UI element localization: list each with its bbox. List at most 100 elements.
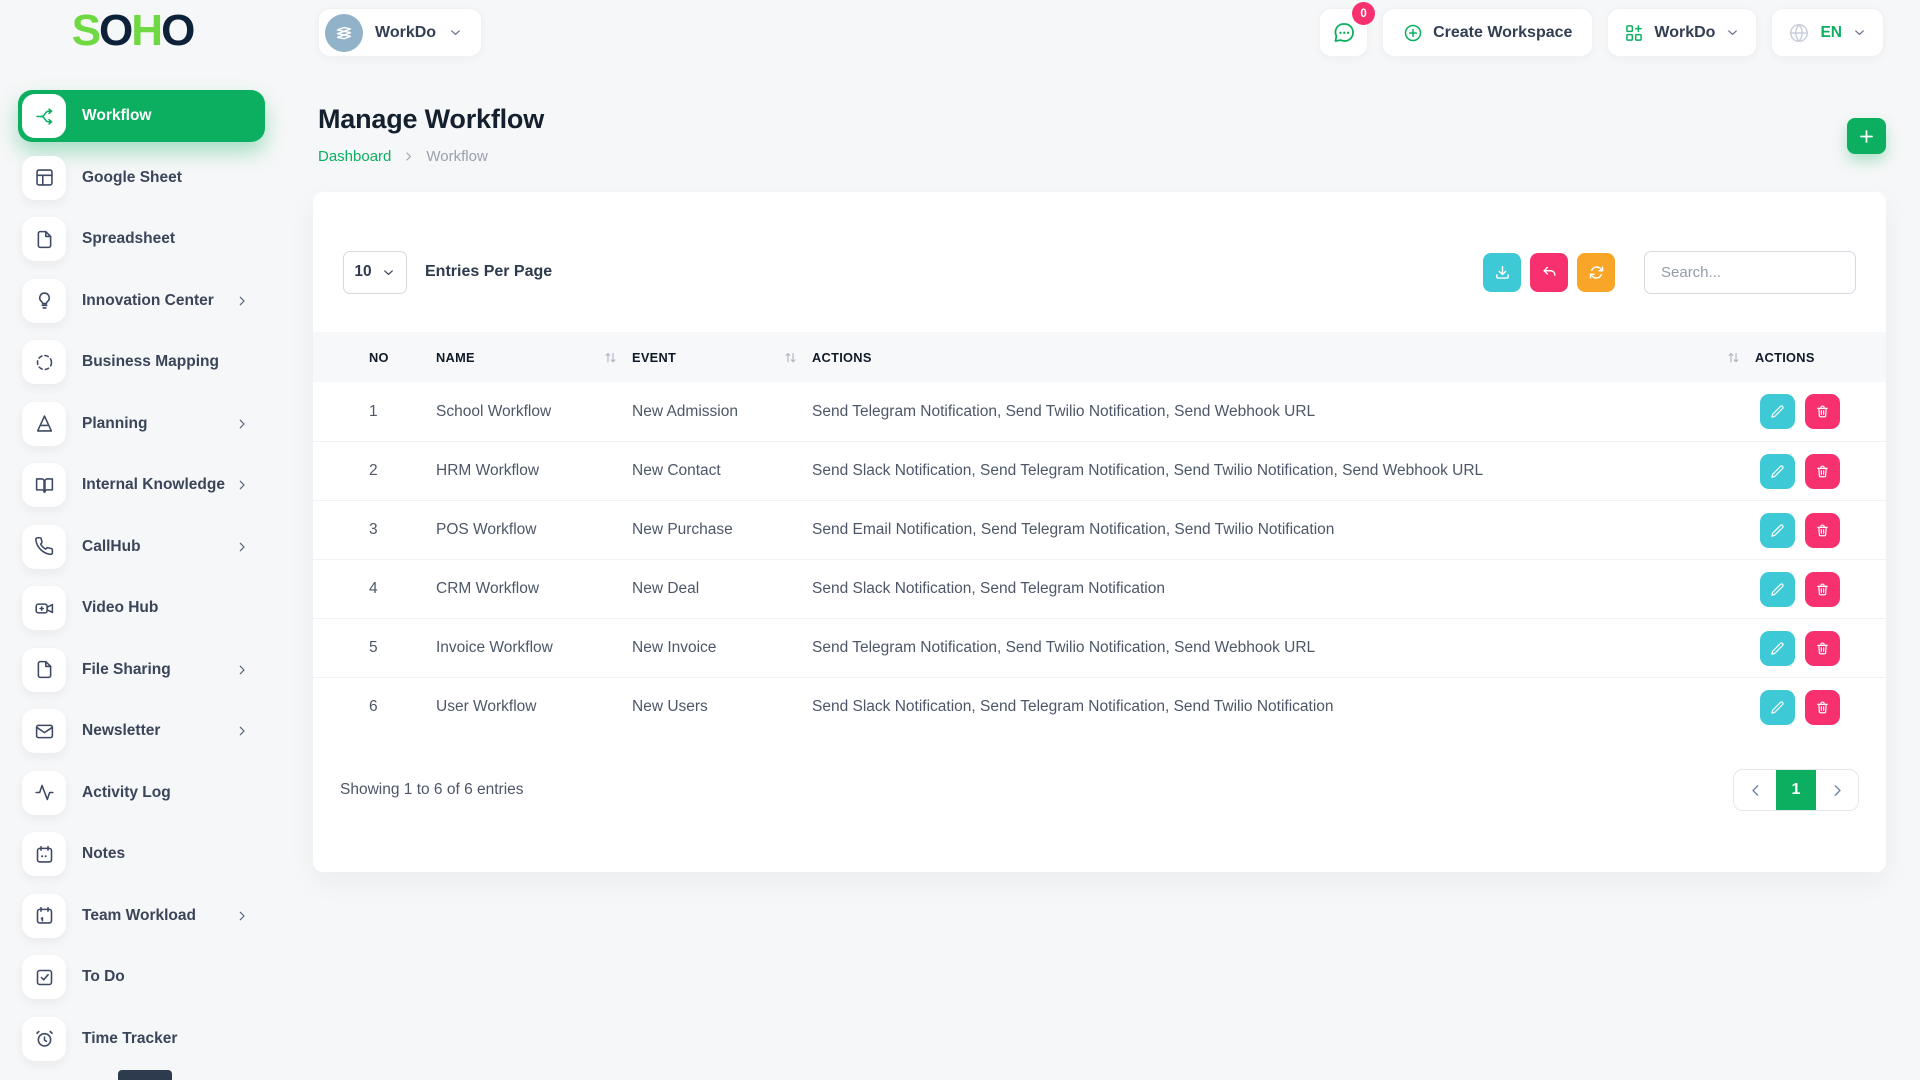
cell-row-buttons bbox=[1755, 394, 1886, 429]
entries-per-page-select[interactable]: 10 bbox=[343, 251, 407, 294]
cell-event: New Deal bbox=[632, 580, 812, 598]
messages-badge: 0 bbox=[1352, 2, 1375, 25]
chevron-left-icon bbox=[1747, 782, 1764, 799]
column-header-name[interactable]: NAME bbox=[436, 350, 632, 365]
language-button[interactable]: EN bbox=[1771, 8, 1884, 57]
sidebar-item-planning[interactable]: Planning bbox=[18, 398, 265, 450]
cell-no: 3 bbox=[313, 521, 436, 539]
column-header-event[interactable]: EVENT bbox=[632, 350, 812, 365]
sidebar-item-notes[interactable]: Notes bbox=[18, 828, 265, 880]
sidebar-item-workflow[interactable]: Workflow bbox=[18, 90, 265, 142]
add-workflow-button[interactable] bbox=[1847, 118, 1886, 154]
sidebar-item-callhub[interactable]: CallHub bbox=[18, 521, 265, 573]
sidebar-item-label: Video Hub bbox=[82, 599, 249, 617]
edit-row-button[interactable] bbox=[1760, 572, 1795, 607]
edit-row-button[interactable] bbox=[1760, 690, 1795, 725]
cell-event: New Invoice bbox=[632, 639, 812, 657]
sort-icon bbox=[1726, 350, 1741, 365]
sidebar-item-team-workload[interactable]: Team Workload bbox=[18, 890, 265, 942]
controls-right bbox=[1483, 251, 1856, 294]
edit-row-button[interactable] bbox=[1760, 631, 1795, 666]
breadcrumb: DashboardWorkflow bbox=[318, 148, 488, 165]
cell-name: CRM Workflow bbox=[436, 580, 632, 598]
workflow-card: 10 Entries Per Page NO NAMEEVENT ACTIONSAC… bbox=[313, 192, 1886, 872]
reload-button[interactable] bbox=[1577, 253, 1615, 292]
sidebar-item-google-sheet[interactable]: Google Sheet bbox=[18, 152, 265, 204]
sidebar-item-label: Spreadsheet bbox=[82, 230, 249, 248]
mail-icon bbox=[22, 709, 66, 753]
cell-actions: Send Telegram Notification, Send Twilio … bbox=[812, 639, 1755, 657]
previous-page-button[interactable] bbox=[1734, 770, 1776, 810]
chevron-down-icon bbox=[1852, 25, 1867, 40]
topbar-right: 0 Create Workspace WorkDo EN bbox=[1319, 8, 1884, 57]
table-row-crm-workflow: 4CRM WorkflowNew DealSend Slack Notifica… bbox=[313, 559, 1886, 618]
delete-row-button[interactable] bbox=[1805, 690, 1840, 725]
table-row-invoice-workflow: 5Invoice WorkflowNew InvoiceSend Telegra… bbox=[313, 618, 1886, 677]
pencil-icon bbox=[1770, 464, 1785, 479]
download-icon bbox=[1494, 264, 1511, 281]
table-header-row: NO NAMEEVENT ACTIONSACTIONS bbox=[313, 332, 1886, 382]
table-controls: 10 Entries Per Page bbox=[343, 250, 1856, 294]
cell-name: User Workflow bbox=[436, 698, 632, 716]
messages-button[interactable]: 0 bbox=[1319, 8, 1368, 57]
export-button[interactable] bbox=[1483, 253, 1521, 292]
sidebar-item-spreadsheet[interactable]: Spreadsheet bbox=[18, 213, 265, 265]
edit-row-button[interactable] bbox=[1760, 513, 1795, 548]
delete-row-button[interactable] bbox=[1805, 572, 1840, 607]
sidebar-item-activity-log[interactable]: Activity Log bbox=[18, 767, 265, 819]
plus-circle-icon bbox=[1403, 23, 1423, 43]
app-menu-button[interactable]: WorkDo bbox=[1607, 8, 1757, 57]
column-header-actions[interactable]: ACTIONS bbox=[812, 350, 1755, 365]
delete-row-button[interactable] bbox=[1805, 513, 1840, 548]
trash-icon bbox=[1815, 582, 1830, 597]
cell-name: School Workflow bbox=[436, 403, 632, 421]
next-page-button[interactable] bbox=[1816, 770, 1858, 810]
brand-logo[interactable]: SOHO bbox=[0, 6, 265, 56]
card-footer: Showing 1 to 6 of 6 entries 1 bbox=[340, 769, 1859, 811]
cell-row-buttons bbox=[1755, 572, 1886, 607]
sidebar-item-label: To Do bbox=[82, 968, 249, 986]
table-icon bbox=[22, 156, 66, 200]
sidebar-item-time-tracker[interactable]: Time Tracker bbox=[18, 1013, 265, 1065]
brand-letter: O bbox=[99, 6, 131, 55]
calendar-check-icon bbox=[22, 894, 66, 938]
workspace-switcher[interactable]: WorkDo bbox=[318, 8, 482, 57]
cell-name: HRM Workflow bbox=[436, 462, 632, 480]
sidebar-item-internal-knowledge[interactable]: Internal Knowledge bbox=[18, 459, 265, 511]
column-label: EVENT bbox=[632, 350, 676, 365]
sidebar-item-label: Team Workload bbox=[82, 907, 235, 925]
cell-no: 4 bbox=[313, 580, 436, 598]
cell-actions: Send Slack Notification, Send Telegram N… bbox=[812, 698, 1755, 716]
cell-no: 5 bbox=[313, 639, 436, 657]
sidebar-item-innovation-center[interactable]: Innovation Center bbox=[18, 275, 265, 327]
reset-button[interactable] bbox=[1530, 253, 1568, 292]
delete-row-button[interactable] bbox=[1805, 631, 1840, 666]
sidebar-item-file-sharing[interactable]: File Sharing bbox=[18, 644, 265, 696]
sidebar-item-label: Newsletter bbox=[82, 722, 235, 740]
undo-icon bbox=[1541, 264, 1558, 281]
cell-event: New Contact bbox=[632, 462, 812, 480]
sidebar-item-newsletter[interactable]: Newsletter bbox=[18, 705, 265, 757]
create-workspace-button[interactable]: Create Workspace bbox=[1382, 8, 1593, 57]
create-workspace-label: Create Workspace bbox=[1433, 24, 1572, 42]
breadcrumb-item-dashboard[interactable]: Dashboard bbox=[318, 148, 391, 165]
sidebar-nav: Workflow Google Sheet Spreadsheet Innovatio… bbox=[0, 90, 265, 1074]
cell-row-buttons bbox=[1755, 631, 1886, 666]
pencil-icon bbox=[1770, 582, 1785, 597]
column-label: ACTIONS bbox=[1755, 350, 1815, 365]
delete-row-button[interactable] bbox=[1805, 454, 1840, 489]
workspace-name: WorkDo bbox=[375, 24, 436, 42]
page-title: Manage Workflow bbox=[318, 104, 544, 135]
search-input[interactable] bbox=[1644, 251, 1856, 294]
sidebar-item-to-do[interactable]: To Do bbox=[18, 951, 265, 1003]
column-header-actions-2: ACTIONS bbox=[1755, 350, 1886, 365]
table-body: 1School WorkflowNew AdmissionSend Telegr… bbox=[313, 382, 1886, 736]
edit-row-button[interactable] bbox=[1760, 394, 1795, 429]
sidebar-item-business-mapping[interactable]: Business Mapping bbox=[18, 336, 265, 388]
column-label: NO bbox=[369, 350, 389, 365]
edit-row-button[interactable] bbox=[1760, 454, 1795, 489]
trash-icon bbox=[1815, 641, 1830, 656]
delete-row-button[interactable] bbox=[1805, 394, 1840, 429]
sidebar-item-video-hub[interactable]: Video Hub bbox=[18, 582, 265, 634]
current-page-button[interactable]: 1 bbox=[1776, 770, 1816, 810]
